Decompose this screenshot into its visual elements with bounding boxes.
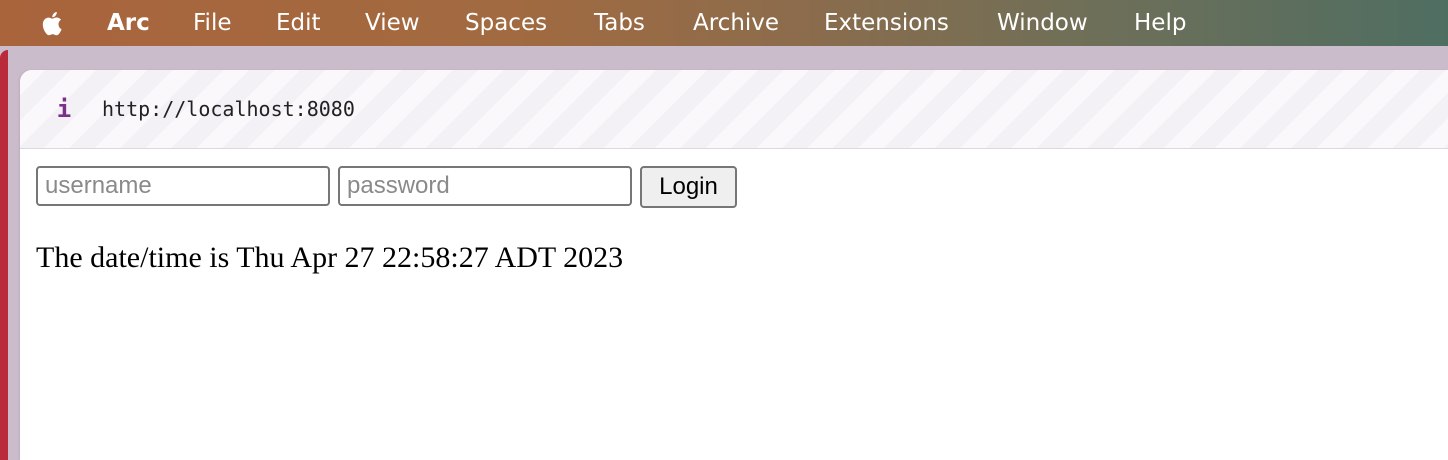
login-button[interactable]: Login — [640, 166, 737, 208]
datetime-text: The date/time is Thu Apr 27 22:58:27 ADT… — [36, 241, 624, 274]
menu-view[interactable]: View — [365, 0, 420, 46]
menu-spaces[interactable]: Spaces — [465, 0, 547, 46]
info-icon[interactable]: i — [56, 96, 72, 122]
sidebar-edge — [0, 50, 8, 460]
menu-extensions[interactable]: Extensions — [824, 0, 949, 46]
url-text[interactable]: http://localhost:8080 — [102, 96, 355, 122]
menu-help[interactable]: Help — [1134, 0, 1186, 46]
menu-edit[interactable]: Edit — [276, 0, 321, 46]
browser-window: i http://localhost:8080 Login The date/t… — [20, 70, 1448, 460]
page-content: Login The date/time is Thu Apr 27 22:58:… — [20, 149, 1448, 460]
macos-menu-bar: Arc File Edit View Spaces Tabs Archive E… — [0, 0, 1448, 46]
menu-window[interactable]: Window — [997, 0, 1088, 46]
password-input[interactable] — [338, 166, 632, 206]
address-bar[interactable]: i http://localhost:8080 — [20, 70, 1448, 149]
username-input[interactable] — [36, 166, 330, 206]
menu-file[interactable]: File — [193, 0, 232, 46]
apple-logo-icon[interactable] — [38, 8, 68, 38]
menu-archive[interactable]: Archive — [693, 0, 779, 46]
menu-tabs[interactable]: Tabs — [594, 0, 645, 46]
menu-app-arc[interactable]: Arc — [107, 0, 150, 46]
